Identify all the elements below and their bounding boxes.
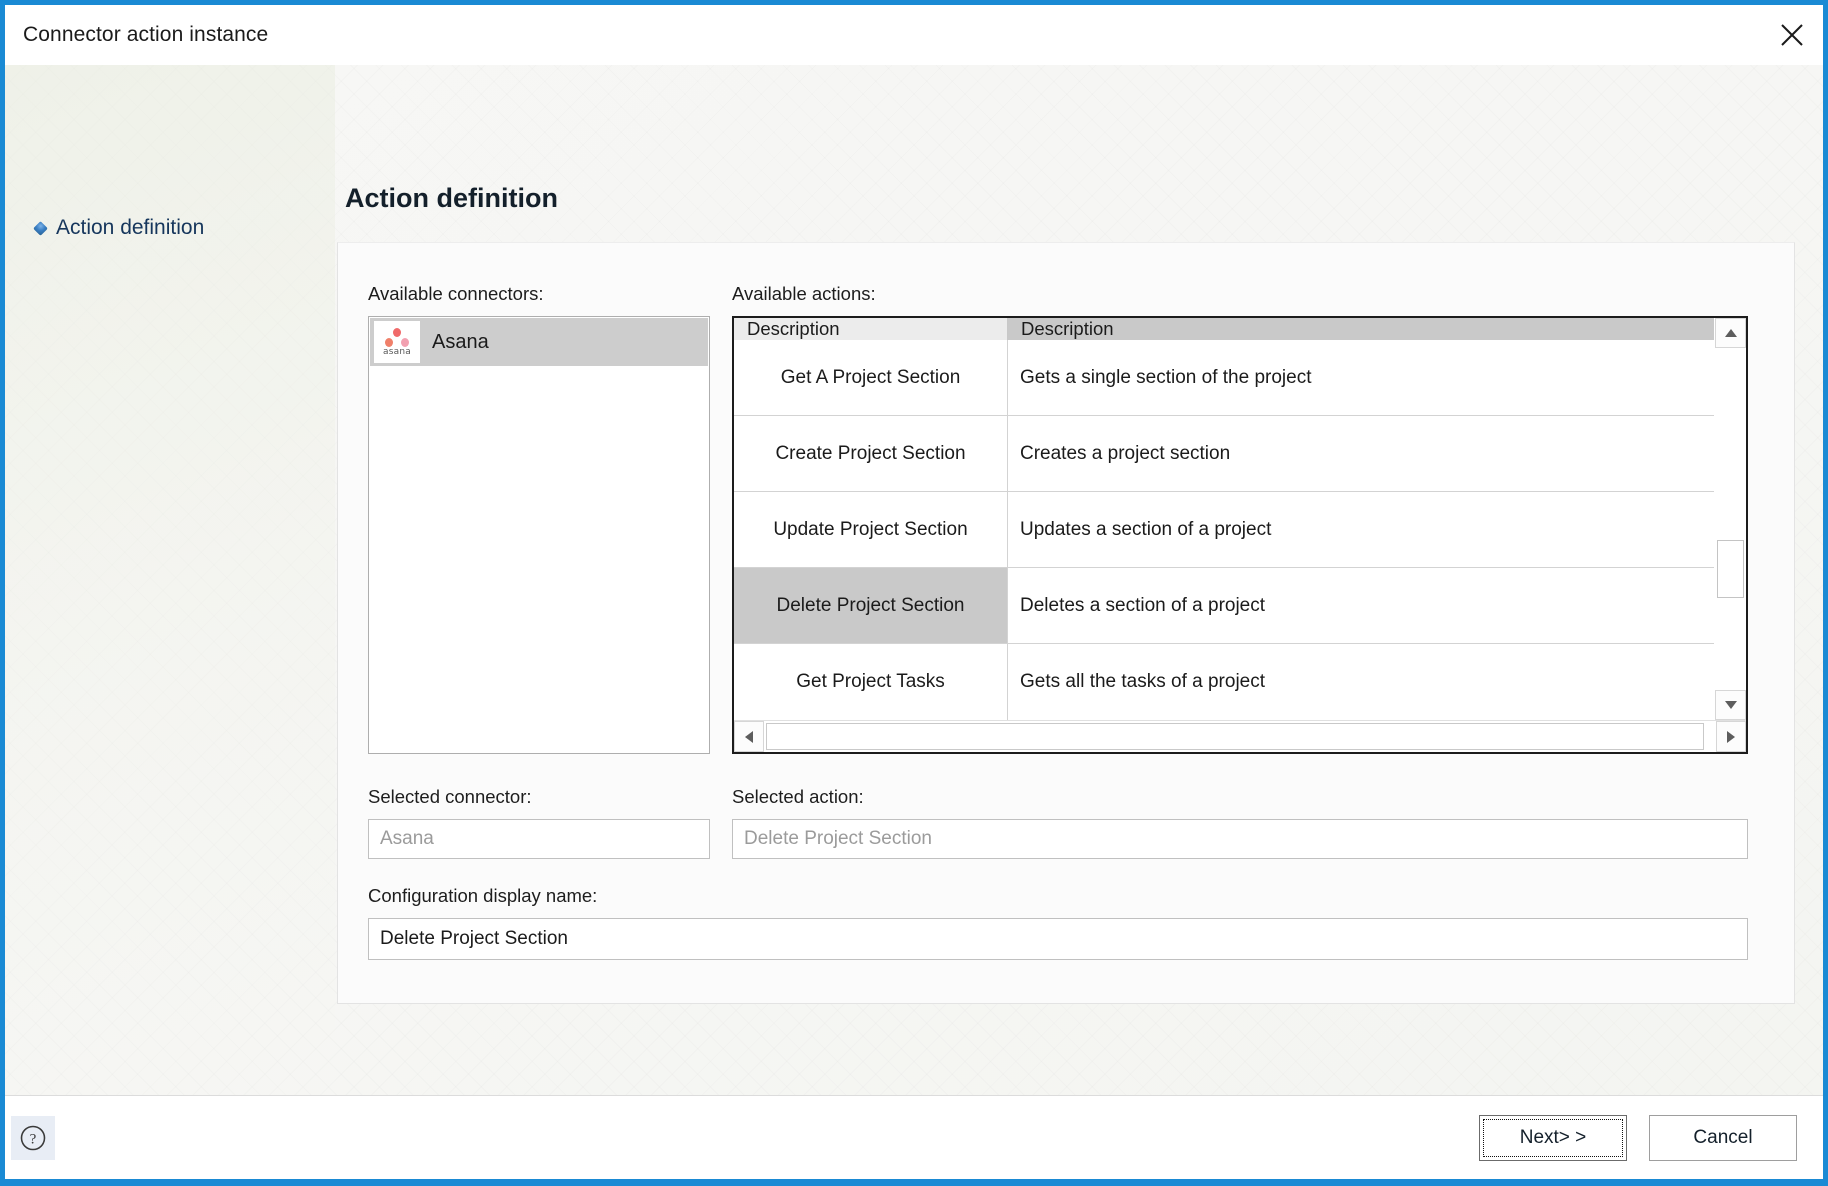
action-description-cell: Updates a section of a project (1020, 518, 1272, 540)
action-definition-panel: Available connectors: asana Asana Availa… (337, 242, 1795, 1004)
dialog-body: Action definition Action definition Avai… (5, 65, 1823, 1095)
available-connectors-listbox[interactable]: asana Asana (368, 316, 710, 754)
configuration-display-name-section: Configuration display name: Delete Proje… (368, 885, 1748, 960)
triangle-left-icon[interactable] (734, 721, 764, 752)
vertical-scrollbar[interactable] (1714, 318, 1746, 720)
configuration-display-name-input[interactable]: Delete Project Section (368, 918, 1748, 960)
asana-dots-icon (383, 327, 411, 348)
help-question-icon[interactable]: ? (11, 1115, 55, 1160)
grid-rows: Get A Project Section Gets a single sect… (734, 340, 1714, 720)
blue-diamond-bullet-icon (33, 220, 48, 236)
title-bar: Connector action instance (5, 5, 1823, 65)
action-name-cell[interactable]: Get A Project Section (734, 340, 1008, 415)
action-description-cell: Gets a single section of the project (1020, 366, 1312, 388)
window-title: Connector action instance (23, 23, 269, 46)
list-item[interactable]: asana Asana (370, 318, 708, 366)
asana-logo-icon: asana (374, 321, 420, 363)
selected-action-input[interactable]: Delete Project Section (732, 819, 1748, 859)
triangle-up-icon[interactable] (1715, 318, 1746, 348)
table-row[interactable]: Get A Project Section Gets a single sect… (734, 340, 1714, 416)
available-connectors-label: Available connectors: (368, 283, 544, 304)
table-row[interactable]: Update Project Section Updates a section… (734, 492, 1714, 568)
action-name-cell[interactable]: Create Project Section (734, 416, 1008, 491)
action-name-cell[interactable]: Get Project Tasks (734, 644, 1008, 720)
selected-action-section: Selected action: Delete Project Section (732, 786, 1748, 859)
asana-logo-wordmark: asana (383, 346, 411, 357)
column-header-name[interactable]: Description (734, 318, 1008, 340)
horizontal-scrollbar-thumb[interactable] (766, 723, 1704, 750)
action-name-cell[interactable]: Update Project Section (734, 492, 1008, 567)
available-connectors-section: Available connectors: asana Asana (368, 283, 710, 754)
main-content: Action definition Available connectors: (337, 65, 1823, 1095)
configuration-display-name-label: Configuration display name: (368, 885, 598, 906)
selected-connector-section: Selected connector: Asana (368, 786, 710, 859)
selected-action-label: Selected action: (732, 786, 864, 807)
connector-name: Asana (432, 330, 489, 353)
available-actions-section: Available actions: Description Descripti… (732, 283, 1748, 754)
action-description-cell: Deletes a section of a project (1020, 594, 1266, 616)
table-row[interactable]: Get Project Tasks Gets all the tasks of … (734, 644, 1714, 720)
triangle-right-icon[interactable] (1716, 721, 1746, 752)
vertical-scrollbar-thumb[interactable] (1717, 540, 1744, 598)
svg-text:?: ? (30, 1131, 37, 1147)
next-button[interactable]: Next> > (1479, 1114, 1627, 1161)
wizard-step-sidebar: Action definition (5, 65, 337, 1095)
grid-header-row: Description Description (734, 318, 1714, 340)
dialog-footer: ? Next> > Cancel (5, 1095, 1823, 1179)
triangle-down-icon[interactable] (1715, 690, 1746, 720)
horizontal-scrollbar-track[interactable] (764, 721, 1716, 752)
column-header-description[interactable]: Description (1008, 318, 1714, 340)
selected-connector-label: Selected connector: (368, 786, 532, 807)
sidebar-item-action-definition[interactable]: Action definition (5, 213, 337, 243)
action-description-cell: Creates a project section (1020, 442, 1231, 464)
available-actions-grid: Description Description Get A Project Se… (732, 316, 1748, 754)
selected-connector-input[interactable]: Asana (368, 819, 710, 859)
vertical-scrollbar-track[interactable] (1715, 348, 1746, 690)
horizontal-scrollbar[interactable] (734, 720, 1746, 752)
action-description-cell: Gets all the tasks of a project (1020, 671, 1266, 692)
action-name-cell[interactable]: Delete Project Section (734, 568, 1008, 643)
table-row-selected[interactable]: Delete Project Section Deletes a section… (734, 568, 1714, 644)
page-title: Action definition (345, 183, 558, 213)
available-actions-label: Available actions: (732, 283, 876, 304)
sidebar-item-label: Action definition (56, 216, 205, 239)
connector-action-instance-dialog: Connector action instance Action definit… (0, 0, 1828, 1186)
cancel-button[interactable]: Cancel (1649, 1114, 1797, 1161)
close-icon[interactable] (1761, 5, 1823, 65)
table-row[interactable]: Create Project Section Creates a project… (734, 416, 1714, 492)
